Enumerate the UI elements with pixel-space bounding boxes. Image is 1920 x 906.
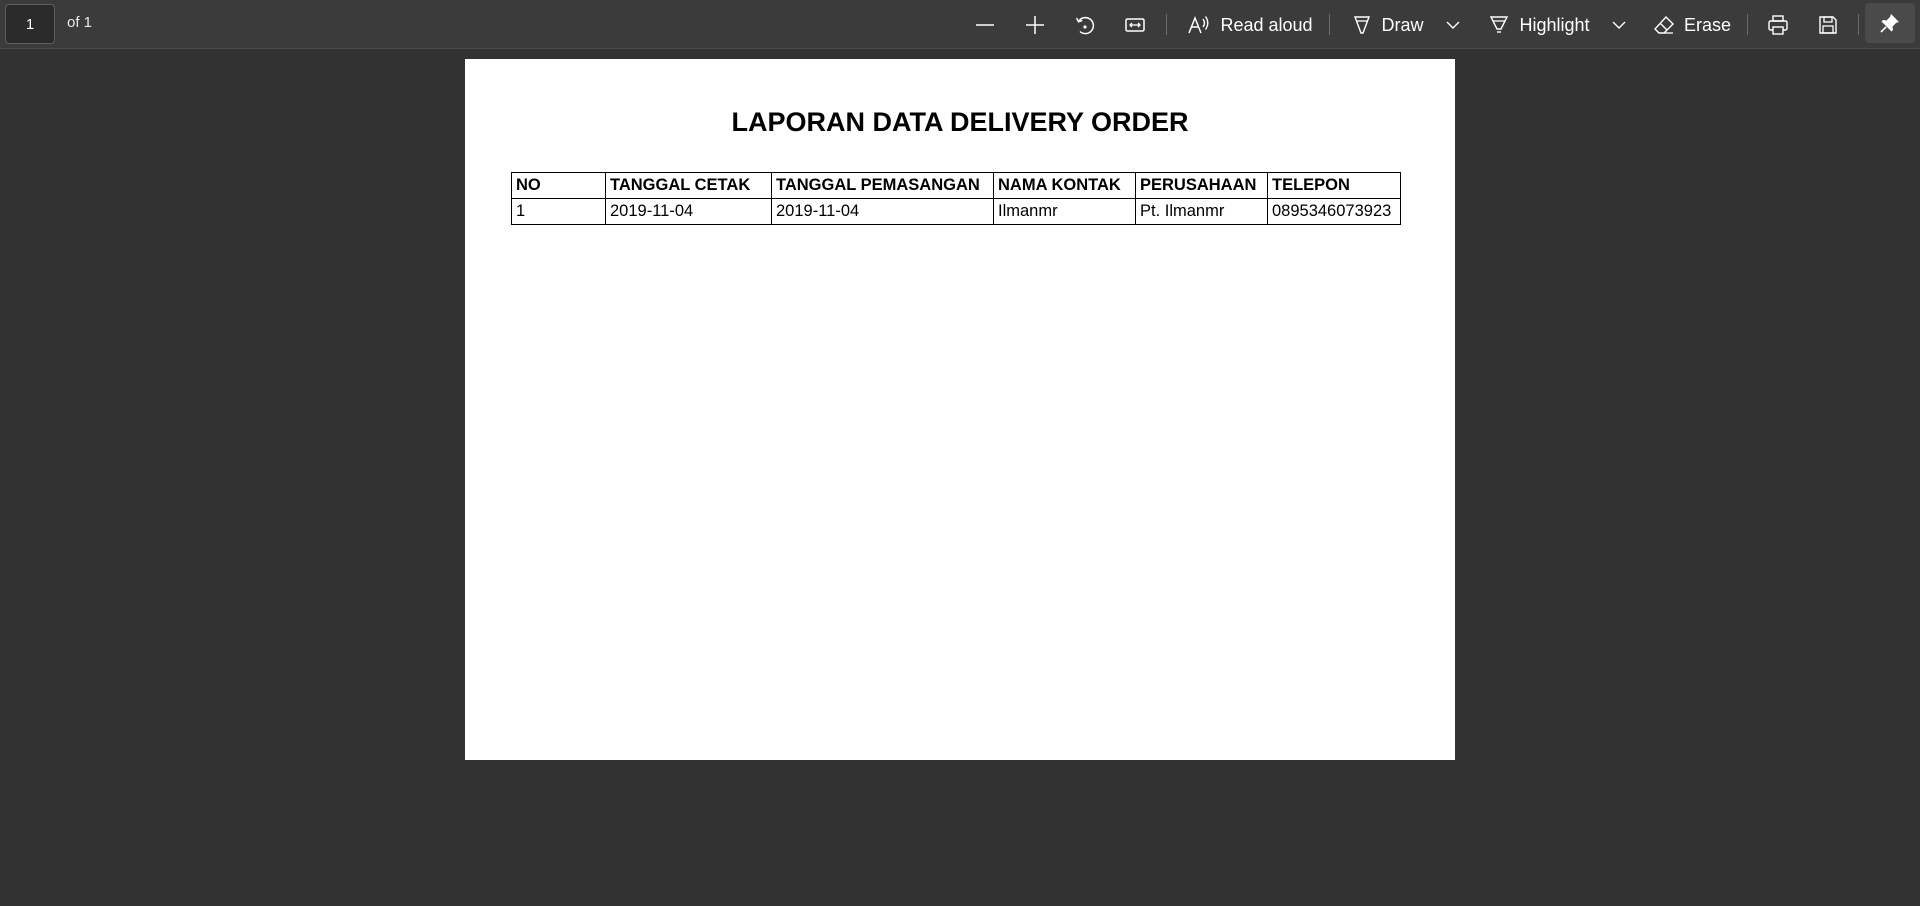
cell-tanggal-pemasangan: 2019-11-04 — [771, 198, 994, 225]
zoom-in-button[interactable] — [1020, 7, 1050, 43]
page-number-input[interactable] — [5, 4, 55, 44]
chevron-down-icon — [1446, 21, 1460, 29]
cell-tanggal-cetak: 2019-11-04 — [605, 198, 772, 225]
plus-icon — [1026, 16, 1044, 34]
save-icon — [1819, 16, 1837, 34]
page-count-label: of 1 — [67, 14, 93, 31]
read-aloud-label: Read aloud — [1220, 14, 1313, 35]
draw-label: Draw — [1381, 14, 1424, 35]
report-title: LAPORAN DATA DELIVERY ORDER — [731, 107, 1189, 137]
minus-icon — [976, 24, 994, 26]
rotate-icon — [1075, 16, 1095, 35]
pdf-page: LAPORAN DATA DELIVERY ORDER NO TANGGAL C… — [465, 59, 1455, 760]
pdf-toolbar: of 1 Read aloud — [0, 0, 1920, 49]
draw-icon — [1354, 16, 1371, 34]
highlight-label: Highlight — [1519, 14, 1590, 35]
draw-button[interactable]: Draw — [1350, 7, 1426, 43]
table-row: 1 2019-11-04 2019-11-04 Ilmanmr Pt. Ilma… — [511, 198, 1401, 225]
chevron-down-icon — [1612, 21, 1626, 29]
toolbar-separator — [1166, 14, 1167, 35]
column-header-tanggal-pemasangan: TANGGAL PEMASANGAN — [771, 172, 994, 199]
draw-options-button[interactable] — [1440, 7, 1466, 43]
printer-icon — [1768, 15, 1788, 35]
rotate-button[interactable] — [1070, 7, 1100, 43]
pin-toolbar-button[interactable] — [1865, 3, 1915, 43]
column-header-no: NO — [511, 172, 606, 199]
column-header-tanggal-cetak: TANGGAL CETAK — [605, 172, 772, 199]
highlight-icon — [1490, 16, 1509, 33]
cell-perusahaan: Pt. Ilmanmr — [1135, 198, 1268, 225]
toolbar-separator — [1747, 14, 1748, 35]
report-table: NO TANGGAL CETAK TANGGAL PEMASANGAN NAMA… — [511, 172, 1401, 225]
highlight-options-button[interactable] — [1606, 7, 1632, 43]
toolbar-separator — [1329, 14, 1330, 35]
erase-label: Erase — [1683, 14, 1732, 35]
cell-no: 1 — [511, 198, 606, 225]
read-aloud-icon — [1188, 15, 1209, 34]
fit-width-button[interactable] — [1120, 7, 1150, 43]
toolbar-separator — [1858, 14, 1859, 35]
fit-width-icon — [1125, 18, 1145, 32]
zoom-out-button[interactable] — [970, 7, 1000, 43]
eraser-icon — [1654, 15, 1674, 34]
read-aloud-button[interactable]: Read aloud — [1186, 7, 1314, 43]
table-header-row: NO TANGGAL CETAK TANGGAL PEMASANGAN NAMA… — [511, 172, 1401, 199]
pin-icon — [1880, 14, 1899, 33]
cell-telepon: 0895346073923 — [1267, 198, 1401, 225]
print-button[interactable] — [1762, 7, 1794, 43]
highlight-button[interactable]: Highlight — [1485, 7, 1593, 43]
cell-nama-kontak: Ilmanmr — [993, 198, 1136, 225]
column-header-nama-kontak: NAMA KONTAK — [993, 172, 1136, 199]
column-header-perusahaan: PERUSAHAAN — [1135, 172, 1268, 199]
erase-button[interactable]: Erase — [1652, 7, 1732, 43]
save-button[interactable] — [1812, 7, 1844, 43]
column-header-telepon: TELEPON — [1267, 172, 1401, 199]
